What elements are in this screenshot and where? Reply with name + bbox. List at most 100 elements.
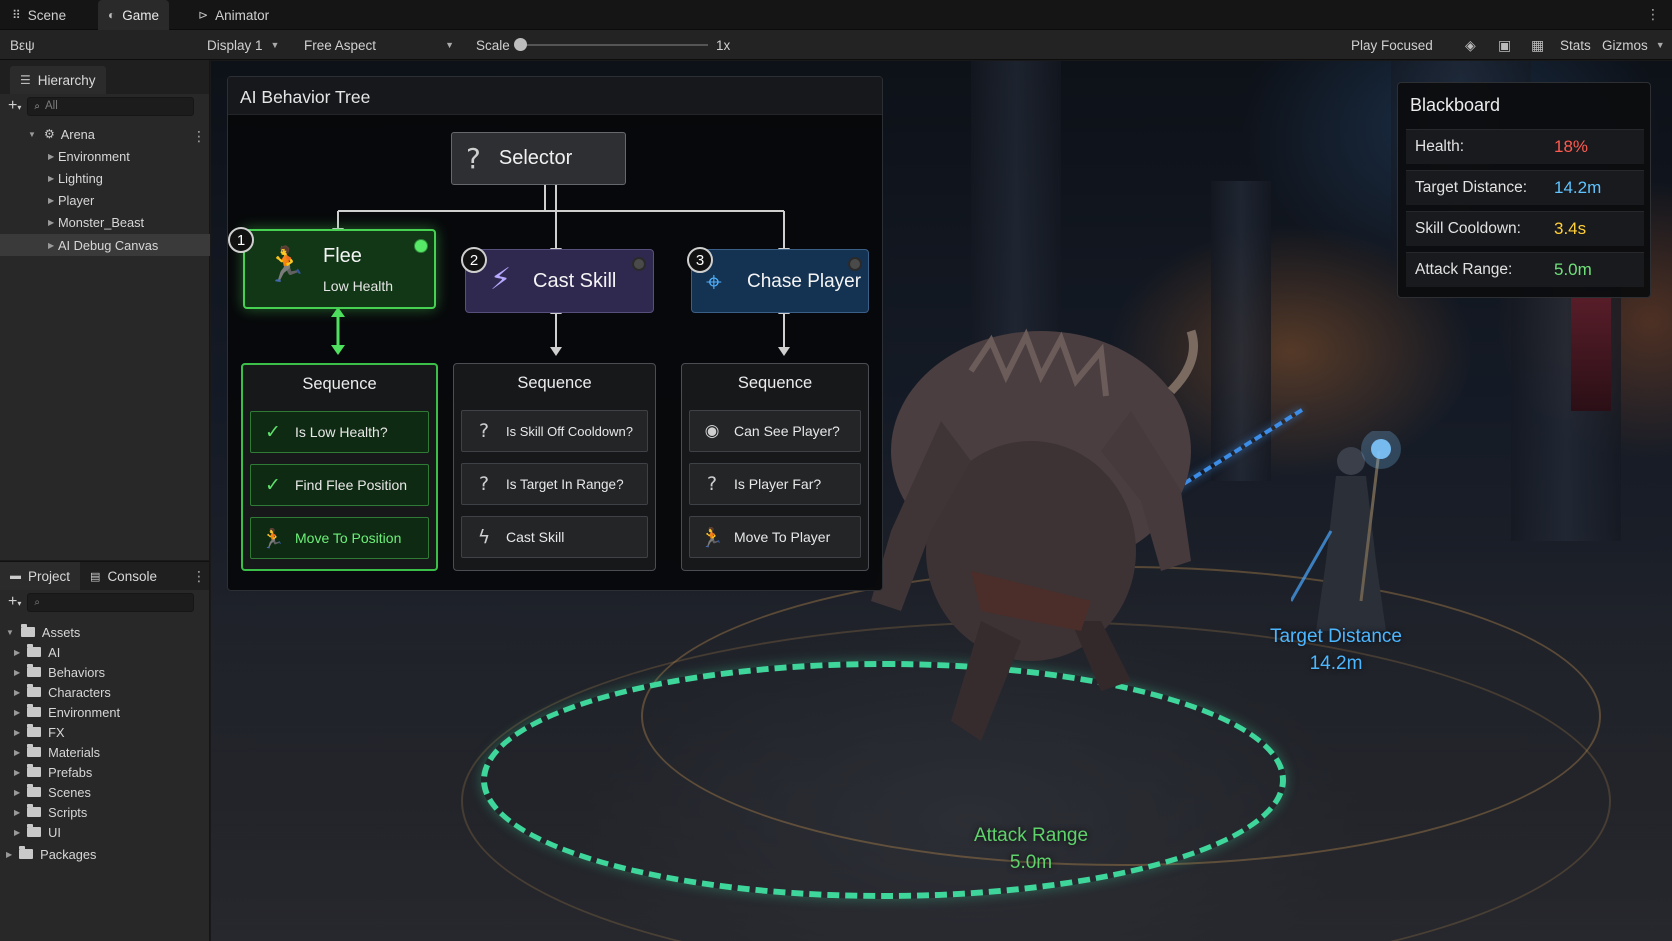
folder-label: Characters bbox=[48, 684, 111, 700]
tree-item-arena[interactable]: ▼ ⚙ Arena bbox=[0, 123, 210, 145]
tree-item-player[interactable]: ▶ Player bbox=[0, 189, 210, 211]
folder-label: Scenes bbox=[48, 784, 91, 800]
blackboard-key: Attack Range: bbox=[1415, 261, 1513, 278]
task-label: Find Flee Position bbox=[295, 477, 408, 493]
sequence-title: Sequence bbox=[737, 374, 813, 392]
question-icon: ? bbox=[478, 473, 490, 495]
branch-cast-skill-node[interactable]: ⚡ Cast Skill bbox=[465, 249, 654, 313]
scale-slider-handle[interactable] bbox=[514, 38, 527, 51]
scale-value: 1x bbox=[716, 37, 731, 53]
folder-behaviors[interactable]: ▶ Behaviors bbox=[14, 662, 105, 682]
tab-project[interactable]: ▬ Project bbox=[0, 562, 81, 590]
task-cast-skill[interactable]: ϟ Cast Skill bbox=[461, 516, 648, 558]
project-header: ▬ Project ▤ Console ⋮ bbox=[0, 562, 209, 590]
task-move-to-player[interactable]: 🏃 Move To Player bbox=[689, 516, 861, 558]
branch-title: Chase Player bbox=[747, 271, 862, 292]
project-panel: ▬ Project ▤ Console ⋮ +▾ ⌕ ▼ Assets ▶ AI… bbox=[0, 561, 210, 941]
task-is-target-in-range[interactable]: ? Is Target In Range? bbox=[461, 463, 648, 505]
task-is-player-far[interactable]: ? Is Player Far? bbox=[689, 463, 861, 505]
hierarchy-title: Hierarchy bbox=[37, 72, 96, 88]
chevron-right-icon: ▶ bbox=[48, 195, 55, 205]
tab-console[interactable]: ▤ Console bbox=[80, 562, 167, 590]
chevron-right-icon: ▶ bbox=[14, 787, 21, 797]
folder-assets[interactable]: ▼ Assets bbox=[6, 622, 80, 642]
task-label: Is Player Far? bbox=[734, 476, 822, 492]
tree-item-label: AI Debug Canvas bbox=[58, 237, 159, 253]
folder-icon bbox=[27, 804, 42, 817]
stats-button[interactable]: Stats bbox=[1560, 30, 1591, 60]
folder-scripts[interactable]: ▶ Scripts bbox=[14, 802, 87, 822]
tree-item-monster-beast[interactable]: ▶ Monster_Beast bbox=[0, 211, 210, 233]
grid-icon: ⠿ bbox=[12, 8, 21, 22]
display-label: Display 1 bbox=[207, 37, 263, 53]
tree-item-ai-debug-canvas[interactable]: ▶ AI Debug Canvas bbox=[0, 234, 210, 256]
folder-packages[interactable]: ▶ Packages bbox=[6, 844, 96, 864]
tree-item-environment[interactable]: ▶ Environment bbox=[0, 145, 210, 167]
sequence-cast-skill: Sequence ? Is Skill Off Cooldown? ? Is T… bbox=[453, 363, 656, 571]
folder-materials[interactable]: ▶ Materials bbox=[14, 742, 100, 762]
scene-icon: ⚙ bbox=[44, 127, 55, 141]
folder-label: UI bbox=[48, 824, 61, 840]
gamepad-icon: ◐ bbox=[108, 8, 116, 22]
running-icon: 🏃 bbox=[265, 245, 308, 285]
chevron-right-icon: ▶ bbox=[6, 849, 13, 859]
gizmos-dropdown[interactable]: Gizmos ▼ bbox=[1602, 30, 1665, 60]
attack-range-label: Attack Range 5.0m bbox=[946, 822, 1116, 876]
folder-label: Assets bbox=[41, 624, 81, 640]
folder-icon bbox=[27, 764, 42, 777]
task-can-see-player[interactable]: ◉ Can See Player? bbox=[689, 410, 861, 452]
tab-scene[interactable]: ⠿ Scene bbox=[2, 0, 76, 30]
eye-icon: ◉ bbox=[704, 421, 720, 441]
hierarchy-search-input[interactable]: ⌕ All bbox=[27, 96, 195, 116]
audio-mute-icon[interactable]: ◈ bbox=[1465, 30, 1476, 60]
create-asset-button[interactable]: +▾ bbox=[8, 593, 21, 611]
blackboard-title: Blackboard bbox=[1410, 95, 1501, 115]
maximize-icon[interactable]: ▣ bbox=[1498, 30, 1511, 60]
task-is-skill-off-cooldown[interactable]: ? Is Skill Off Cooldown? bbox=[461, 410, 648, 452]
aspect-dropdown[interactable]: Free Aspect ▼ bbox=[304, 30, 454, 60]
play-focused-dropdown[interactable]: Play Focused bbox=[1351, 30, 1433, 60]
folder-ai[interactable]: ▶ AI bbox=[14, 642, 60, 662]
tab-hierarchy[interactable]: ☰ Hierarchy bbox=[10, 66, 106, 94]
chevron-right-icon: ▶ bbox=[48, 151, 55, 161]
chevron-right-icon: ▶ bbox=[14, 707, 21, 717]
blackboard-value: 3.4s bbox=[1554, 219, 1587, 238]
tree-item-label: Player bbox=[58, 192, 95, 208]
status-dot-active bbox=[414, 239, 428, 253]
folder-environment[interactable]: ▶ Environment bbox=[14, 702, 120, 722]
display-dropdown[interactable]: Display 1 ▼ bbox=[207, 30, 279, 60]
add-object-button[interactable]: +▾ bbox=[8, 97, 21, 115]
task-move-to-position[interactable]: 🏃 Move To Position bbox=[250, 517, 429, 559]
selector-node[interactable]: ? Selector bbox=[451, 132, 626, 185]
behavior-tree-panel: AI Behavior Tree ? Selector 🏃 Flee Low H… bbox=[227, 76, 883, 591]
tab-animator[interactable]: ⊳ Animator bbox=[188, 0, 279, 30]
task-label: Is Low Health? bbox=[295, 424, 388, 440]
project-search-input[interactable]: ⌕ bbox=[27, 592, 195, 612]
scale-slider-track[interactable] bbox=[520, 44, 708, 46]
hierarchy-panel: ☰ Hierarchy ⋮ +▾ ⌕ All ▼ ⚙ Arena ▶ Envir… bbox=[0, 60, 210, 560]
folder-ui[interactable]: ▶ UI bbox=[14, 822, 61, 842]
folder-characters[interactable]: ▶ Characters bbox=[14, 682, 111, 702]
sequence-chase-player: Sequence ◉ Can See Player? ? Is Player F… bbox=[681, 363, 869, 571]
branch-chase-player-node[interactable]: ⌖ Chase Player bbox=[691, 249, 869, 313]
layout-grid-icon[interactable]: ▦ bbox=[1531, 30, 1544, 60]
branch-flee-node[interactable]: 🏃 Flee Low Health bbox=[243, 229, 436, 309]
more-options-icon[interactable]: ⋮ bbox=[1646, 6, 1660, 23]
blackboard-panel: Blackboard Health: 18% Target Distance: … bbox=[1397, 82, 1651, 298]
folder-prefabs[interactable]: ▶ Prefabs bbox=[14, 762, 92, 782]
chevron-down-icon: ▼ bbox=[28, 129, 36, 139]
console-icon: ▤ bbox=[90, 570, 101, 583]
tab-game[interactable]: ◐ Game bbox=[98, 0, 170, 30]
chevron-right-icon: ▶ bbox=[14, 747, 21, 757]
sequence-title: Sequence bbox=[517, 374, 592, 392]
target-distance-title: Target Distance bbox=[1269, 626, 1402, 647]
tree-item-lighting[interactable]: ▶ Lighting bbox=[0, 167, 210, 189]
folder-fx[interactable]: ▶ FX bbox=[14, 722, 65, 742]
task-find-flee-position[interactable]: ✓ Find Flee Position bbox=[250, 464, 429, 506]
hierarchy-header: ☰ Hierarchy ⋮ bbox=[0, 60, 209, 144]
more-options-icon[interactable]: ⋮ bbox=[192, 568, 206, 585]
chevron-right-icon: ▶ bbox=[14, 727, 21, 737]
sequence-title: Sequence bbox=[302, 375, 377, 393]
task-is-low-health[interactable]: ✓ Is Low Health? bbox=[250, 411, 429, 453]
folder-scenes[interactable]: ▶ Scenes bbox=[14, 782, 91, 802]
